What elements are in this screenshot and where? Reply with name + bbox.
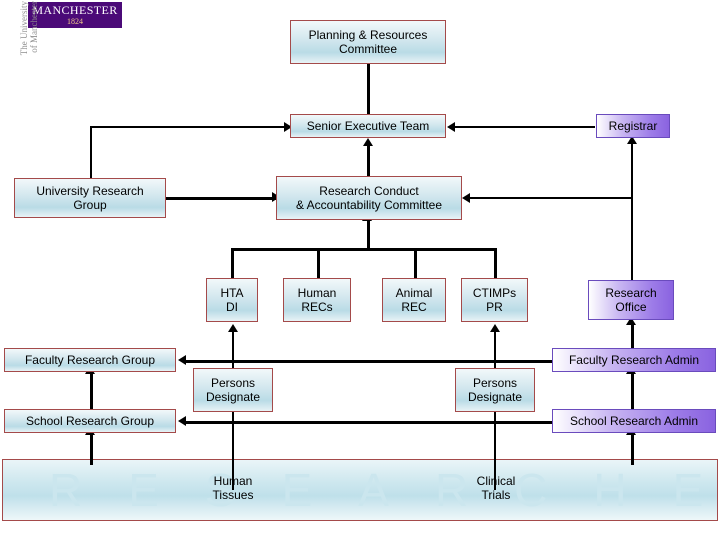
- node-label-line2: RECs: [301, 300, 333, 314]
- connector-spine-to-rcac: [470, 197, 632, 199]
- node-research-conduct-accountability-committee[interactable]: Research Conduct & Accountability Commit…: [276, 176, 462, 220]
- node-research-office[interactable]: Research Office: [588, 280, 674, 320]
- org-chart-canvas: MANCHESTER 1824 The University of Manche…: [0, 0, 720, 540]
- node-human-recs[interactable]: Human RECs: [283, 278, 351, 322]
- node-label-line1: Human: [297, 286, 337, 300]
- node-persons-designate-right[interactable]: Persons Designate: [455, 368, 535, 412]
- node-label-line1: HTA: [220, 286, 244, 300]
- researchers-band-text: RESEARCHERS: [49, 464, 720, 516]
- node-label-line2: Designate: [467, 390, 523, 404]
- connector-rcac-urg: [166, 197, 280, 200]
- band-label-line2: Tissues: [212, 488, 254, 502]
- logo-year: 1824: [67, 17, 83, 26]
- arrowhead-to-hta: [228, 324, 238, 332]
- connector-urg-to-set: [90, 126, 286, 128]
- band-label-clinical-trials: Clinical Trials: [455, 474, 537, 502]
- node-label-line1: Registrar: [608, 119, 658, 133]
- connector-to-faculty-research-group: [186, 360, 556, 363]
- connector-urg-riser: [90, 126, 92, 178]
- node-label-line1: Research: [605, 286, 657, 300]
- node-label-line1: Faculty Research Admin: [568, 353, 700, 367]
- node-label-line1: School Research Admin: [569, 414, 699, 428]
- connector-band-to-srg: [90, 435, 93, 465]
- node-label-line1: Animal: [395, 286, 433, 300]
- node-faculty-research-group[interactable]: Faculty Research Group: [4, 348, 176, 372]
- connector-sra-to-fra: [631, 374, 634, 410]
- node-university-research-group[interactable]: University Research Group: [14, 178, 166, 218]
- node-ctimps-pr[interactable]: CTIMPs PR: [461, 278, 528, 322]
- node-label-line2: DI: [225, 300, 238, 314]
- node-persons-designate-left[interactable]: Persons Designate: [193, 368, 273, 412]
- connector-bus-drop-human: [317, 248, 320, 278]
- arrowhead-to-faculty-research-group: [178, 355, 186, 365]
- logo-vertical-text: The University of Manchester: [19, 1, 41, 101]
- arrowhead-spine-to-rcac: [462, 193, 470, 203]
- logo-vertical-line1: The University: [19, 1, 29, 56]
- node-label-line2: PR: [486, 300, 503, 314]
- connector-bus-drop-ctimps: [494, 248, 497, 278]
- connector-srg-to-frg: [90, 374, 93, 410]
- node-label-line1: Persons: [472, 376, 517, 390]
- node-school-research-admin[interactable]: School Research Admin: [552, 409, 716, 433]
- arrowhead-to-school-research-group: [178, 416, 186, 426]
- node-label-line2: Designate: [205, 390, 261, 404]
- node-senior-executive-team[interactable]: Senior Executive Team: [290, 114, 446, 138]
- node-label-line1: Persons: [210, 376, 255, 390]
- arrowhead-rcac-to-set: [363, 138, 373, 146]
- node-label-line2: Committee: [338, 42, 397, 56]
- connector-committee-bus: [232, 248, 496, 251]
- node-label-line2: & Accountability Committee: [295, 198, 443, 212]
- connector-band-to-sra: [631, 435, 634, 465]
- logo-wordmark: MANCHESTER: [32, 3, 118, 17]
- node-hta-di[interactable]: HTA DI: [206, 278, 258, 322]
- researchers-band: RESEARCHERS: [2, 459, 720, 521]
- node-label-line1: Planning & Resources: [308, 28, 428, 42]
- node-label-line2: REC: [401, 300, 427, 314]
- node-label-line2: Office: [615, 300, 647, 314]
- node-faculty-research-admin[interactable]: Faculty Research Admin: [552, 348, 716, 372]
- connector-set-to-prc: [367, 64, 370, 118]
- connector-bus-drop-hta: [231, 248, 234, 278]
- university-logo: MANCHESTER 1824: [28, 2, 122, 28]
- logo-vertical-line2: of Manchester: [29, 1, 39, 53]
- node-label-line1: Faculty Research Group: [24, 353, 156, 367]
- connector-to-school-research-group: [186, 421, 556, 424]
- connector-bus-drop-animal: [414, 248, 417, 278]
- node-registrar[interactable]: Registrar: [596, 114, 670, 138]
- arrowhead-to-ctimps: [490, 324, 500, 332]
- connector-right-spine: [631, 144, 633, 281]
- node-label-line1: School Research Group: [25, 414, 155, 428]
- arrowhead-registrar-to-set: [447, 122, 455, 132]
- band-label-human-tissues: Human Tissues: [192, 474, 274, 502]
- node-school-research-group[interactable]: School Research Group: [4, 409, 176, 433]
- band-label-line2: Trials: [481, 488, 511, 502]
- connector-registrar-to-set: [455, 126, 595, 128]
- node-label-line1: Research Conduct: [319, 184, 419, 198]
- node-label-line1: CTIMPs: [472, 286, 517, 300]
- node-label-line1: University Research: [36, 184, 144, 198]
- band-label-line1: Human: [213, 474, 253, 488]
- band-label-line1: Clinical: [476, 474, 516, 488]
- connector-bus-riser: [367, 220, 370, 250]
- node-planning-resources-committee[interactable]: Planning & Resources Committee: [290, 20, 446, 64]
- node-animal-rec[interactable]: Animal REC: [382, 278, 446, 322]
- node-label-line1: Senior Executive Team: [306, 119, 430, 133]
- node-label-line2: Group: [73, 198, 107, 212]
